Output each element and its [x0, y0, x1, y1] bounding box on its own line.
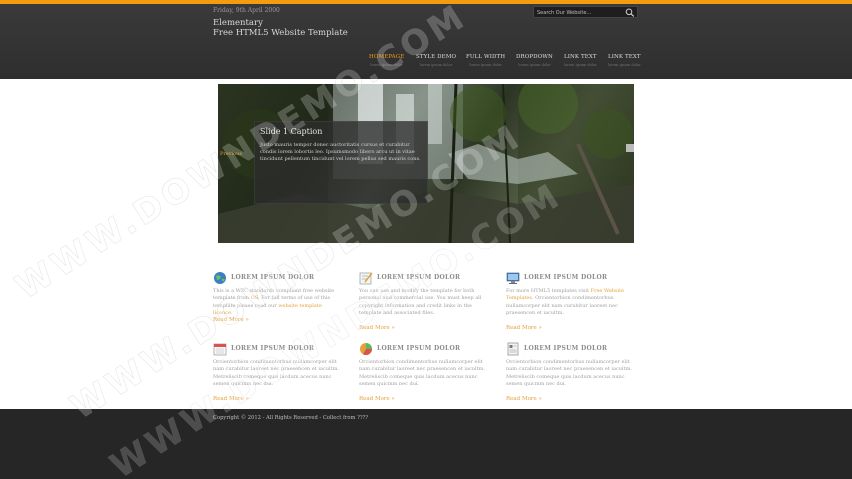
document-icon — [507, 342, 519, 356]
slide-caption: Slide 1 Caption Justo mauris tempor done… — [254, 121, 428, 204]
site-footer: Copyright © 2012 - All Rights Reserved -… — [0, 409, 852, 479]
edit-icon — [359, 272, 373, 285]
pie-chart-icon — [360, 343, 372, 356]
caption-title: Slide 1 Caption — [260, 127, 323, 136]
nav-sublabel: lorem ipsum dolor — [518, 63, 551, 67]
nav-sublabel: lorem ipsum dolor — [564, 63, 597, 67]
feature-text: Orcientorbion condimentorbus nullamcorpe… — [213, 359, 339, 388]
read-more-link[interactable]: Read More » — [506, 325, 542, 331]
feature-title: LOREM IPSUM DOLOR — [524, 345, 608, 352]
slider-next-button[interactable] — [626, 144, 634, 152]
feature-text: Orcientorbion condimentorbus nullamcorpe… — [506, 359, 632, 388]
nav-label: FULL WIDTH — [466, 54, 506, 60]
nav-sublabel: lorem ipsum dolor — [370, 63, 403, 67]
feature-title: LOREM IPSUM DOLOR — [231, 274, 315, 281]
nav-label: LINK TEXT — [564, 54, 597, 60]
nav-label: DROPDOWN — [516, 54, 553, 60]
nav-sublabel: lorem ipsum dolor — [419, 63, 453, 67]
read-more-link[interactable]: Read More » — [213, 317, 249, 323]
feature-link[interactable]: OS — [251, 295, 258, 301]
nav-label: LINK TEXT — [608, 54, 641, 60]
image-slider[interactable]: Slide 1 Caption Justo mauris tempor done… — [218, 84, 634, 243]
nav-sublabel: lorem ipsum dolor — [608, 63, 641, 67]
caption-text: Justo mauris tempor donec auctoritatis c… — [260, 142, 421, 162]
site-header: Friday, 9th April 2000 Elementary Free H… — [0, 4, 852, 79]
main-nav: HOMEPAGE lorem ipsum dolor STYLE DEMO lo… — [0, 4, 852, 79]
copyright-text: Copyright © 2012 - All Rights Reserved -… — [213, 415, 369, 421]
nav-sublabel: lorem ipsum dolor — [469, 63, 502, 67]
feature-title: LOREM IPSUM DOLOR — [524, 274, 608, 281]
nav-link-text-2[interactable]: LINK TEXT lorem ipsum dolor — [608, 54, 641, 67]
read-more-link[interactable]: Read More » — [359, 325, 395, 331]
slider-prev-button[interactable]: Previous — [220, 151, 242, 157]
read-more-link[interactable]: Read More » — [213, 396, 249, 402]
nav-full-width[interactable]: FULL WIDTH lorem ipsum dolor — [466, 54, 505, 67]
feature-title: LOREM IPSUM DOLOR — [377, 345, 461, 352]
read-more-link[interactable]: Read More » — [506, 396, 542, 402]
feature-text: Orcientorbion condimentorbus nullamcorpe… — [359, 359, 485, 388]
monitor-icon — [506, 272, 520, 284]
feature-text: This is a W3C standards compliant free w… — [213, 288, 335, 317]
feature-text: For more HTML5 templates visit Free Webs… — [506, 288, 624, 317]
nav-link-text-1[interactable]: LINK TEXT lorem ipsum dolor — [564, 54, 597, 67]
nav-homepage[interactable]: HOMEPAGE lorem ipsum dolor — [369, 54, 404, 67]
nav-style-demo[interactable]: STYLE DEMO lorem ipsum dolor — [416, 54, 456, 67]
nav-label: STYLE DEMO — [416, 54, 457, 60]
main-content: Slide 1 Caption Justo mauris tempor done… — [0, 79, 852, 409]
nav-label: HOMEPAGE — [369, 54, 405, 60]
nav-dropdown[interactable]: DROPDOWN lorem ipsum dolor — [516, 54, 553, 67]
feature-title: LOREM IPSUM DOLOR — [231, 345, 315, 352]
feature-text: You can use and modify the template for … — [359, 288, 482, 317]
read-more-link[interactable]: Read More » — [359, 396, 395, 402]
feature-title: LOREM IPSUM DOLOR — [377, 274, 461, 281]
globe-icon — [214, 272, 226, 284]
calendar-icon — [213, 343, 227, 356]
